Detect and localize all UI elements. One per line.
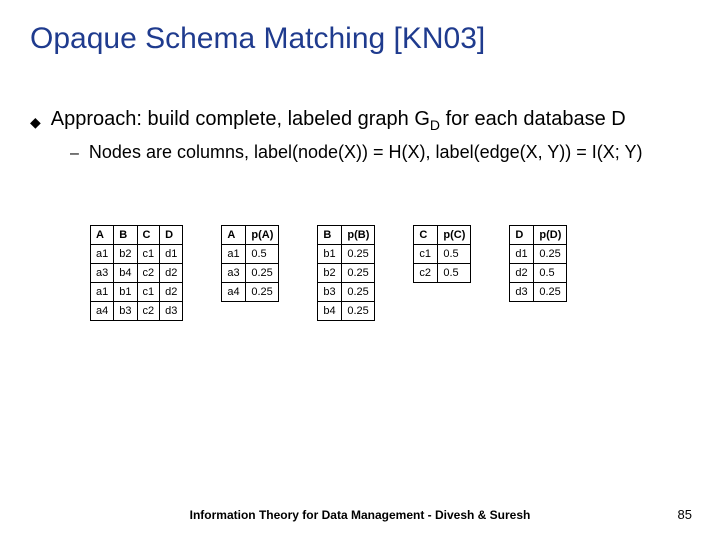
table-header: D [510,226,534,245]
main-data-table: ABCDa1b2c1d1a3b4c2d2a1b1c1d2a4b3c2d3 [90,225,183,321]
table-cell: c1 [137,283,160,302]
table-cell: a1 [91,245,114,264]
tables-container: ABCDa1b2c1d1a3b4c2d2a1b1c1d2a4b3c2d3 Ap(… [90,225,690,321]
subbullet-1: – Nodes are columns, label(node(X)) = H(… [70,142,642,163]
bullet-1-subscript: D [430,117,440,133]
table-cell: c1 [137,245,160,264]
table-row: d20.5 [510,264,567,283]
table-cell: d1 [510,245,534,264]
prob-table-d: Dp(D)d10.25d20.5d30.25 [509,225,567,302]
table-header: p(D) [534,226,567,245]
table-cell: 0.25 [246,283,279,302]
table-cell: d3 [160,302,183,321]
prob-table-a: Ap(A)a10.5a30.25a40.25 [221,225,279,302]
table-cell: 0.25 [534,283,567,302]
table-row: b30.25 [318,283,375,302]
table-cell: c2 [414,264,438,283]
subbullet-1-text: Nodes are columns, label(node(X)) = H(X)… [89,142,643,163]
prob-table-b: Bp(B)b10.25b20.25b30.25b40.25 [317,225,375,321]
table-cell: b1 [114,283,137,302]
table-row: b40.25 [318,302,375,321]
table-cell: 0.25 [342,245,375,264]
table-row: a4b3c2d3 [91,302,183,321]
table-cell: b3 [318,283,342,302]
table-row: a30.25 [222,264,279,283]
table-cell: a1 [222,245,246,264]
table-header: p(C) [438,226,471,245]
bullet-1: ◆ Approach: build complete, labeled grap… [30,108,626,133]
table-cell: c1 [414,245,438,264]
table-row: c10.5 [414,245,471,264]
table-row: a3b4c2d2 [91,264,183,283]
table-row: b20.25 [318,264,375,283]
table-cell: a1 [91,283,114,302]
slide-footer: Information Theory for Data Management -… [0,508,720,522]
table-cell: 0.5 [534,264,567,283]
table-cell: 0.5 [246,245,279,264]
table-header: C [137,226,160,245]
table-header: A [222,226,246,245]
table-cell: a3 [222,264,246,283]
table-cell: d1 [160,245,183,264]
table-header: p(B) [342,226,375,245]
table-cell: b3 [114,302,137,321]
table-header: A [91,226,114,245]
table-header: B [114,226,137,245]
table-row: b10.25 [318,245,375,264]
table-cell: 0.5 [438,245,471,264]
page-number: 85 [678,507,692,522]
table-header: C [414,226,438,245]
slide-title: Opaque Schema Matching [KN03] [30,22,485,56]
table-row: d30.25 [510,283,567,302]
table-row: d10.25 [510,245,567,264]
table-cell: 0.25 [342,264,375,283]
table-cell: b4 [114,264,137,283]
table-cell: c2 [137,264,160,283]
table-header: B [318,226,342,245]
table-row: c20.5 [414,264,471,283]
table-row: a1b2c1d1 [91,245,183,264]
table-cell: d2 [510,264,534,283]
table-cell: 0.25 [534,245,567,264]
table-cell: 0.25 [342,283,375,302]
table-header: D [160,226,183,245]
table-cell: 0.25 [246,264,279,283]
table-cell: a3 [91,264,114,283]
table-row: a1b1c1d2 [91,283,183,302]
table-cell: b2 [318,264,342,283]
dash-icon: – [70,145,79,163]
table-cell: b2 [114,245,137,264]
table-cell: 0.5 [438,264,471,283]
prob-table-c: Cp(C)c10.5c20.5 [413,225,471,283]
table-row: a10.5 [222,245,279,264]
table-cell: 0.25 [342,302,375,321]
table-cell: a4 [91,302,114,321]
table-cell: b1 [318,245,342,264]
table-row: a40.25 [222,283,279,302]
table-header: p(A) [246,226,279,245]
table-cell: c2 [137,302,160,321]
table-cell: d2 [160,283,183,302]
table-cell: d3 [510,283,534,302]
table-cell: a4 [222,283,246,302]
bullet-1-text: Approach: build complete, labeled graph … [51,108,626,133]
bullet-1-post: for each database D [440,108,626,130]
bullet-1-pre: Approach: build complete, labeled graph … [51,108,430,130]
table-cell: d2 [160,264,183,283]
table-cell: b4 [318,302,342,321]
diamond-icon: ◆ [30,115,41,129]
